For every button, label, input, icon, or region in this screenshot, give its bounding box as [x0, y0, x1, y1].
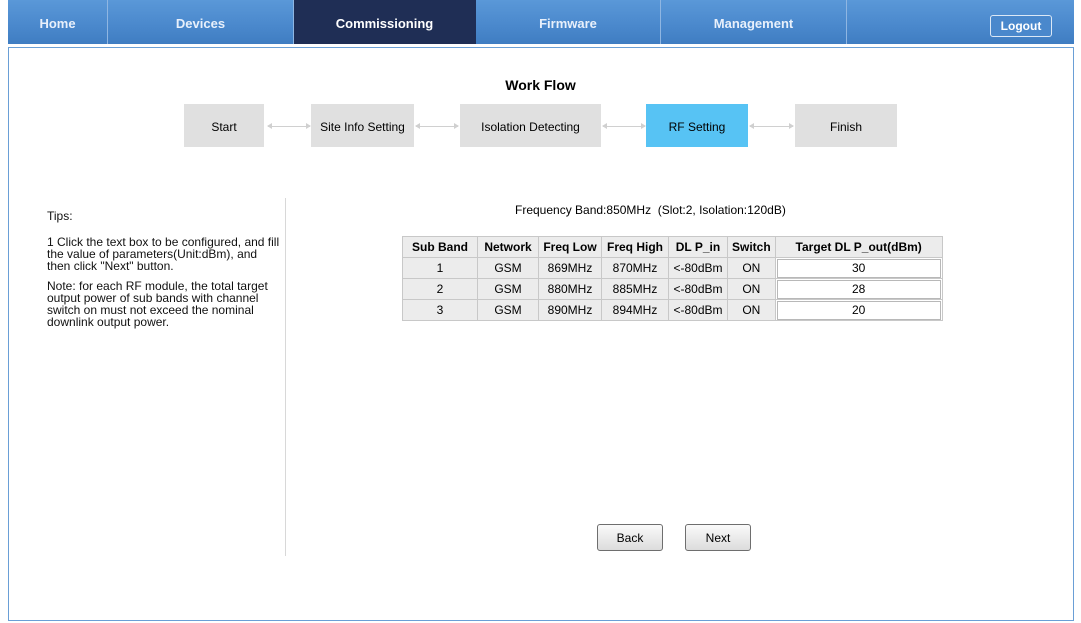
target-power-input-3[interactable]: [776, 300, 941, 320]
cell-dl-p-in: <-80dBm: [669, 279, 727, 299]
cell-switch: ON: [728, 258, 775, 278]
workflow-title: Work Flow: [505, 77, 576, 93]
cell-sub-band: 3: [403, 300, 477, 320]
target-power-input-1[interactable]: [776, 258, 941, 278]
workflow-step-start: Start: [184, 104, 264, 147]
nav-home[interactable]: Home: [8, 0, 108, 44]
panel-divider: [285, 198, 286, 556]
cell-freq-low: 880MHz: [539, 279, 601, 299]
nav-strip: Home Devices Commissioning Firmware Mana…: [8, 0, 1074, 44]
cell-target: [775, 300, 942, 320]
back-button[interactable]: Back: [597, 524, 663, 551]
top-navigation: Home Devices Commissioning Firmware Mana…: [0, 0, 1081, 47]
header-freq-high: Freq High: [602, 237, 668, 257]
workflow-connector: [415, 123, 459, 129]
nav-management[interactable]: Management: [661, 0, 847, 44]
workflow-step-finish: Finish: [795, 104, 897, 147]
cell-target: [775, 258, 942, 278]
workflow-connector: [602, 123, 646, 129]
cell-sub-band: 2: [403, 279, 477, 299]
workflow-step-isolation: Isolation Detecting: [460, 104, 601, 147]
workflow-step-site-info: Site Info Setting: [311, 104, 414, 147]
header-sub-band: Sub Band: [403, 237, 477, 257]
frequency-band-info: Frequency Band:850MHz (Slot:2, Isolation…: [515, 203, 786, 217]
table-header-row: Sub Band Network Freq Low Freq High DL P…: [403, 237, 942, 257]
cell-freq-high: 894MHz: [602, 300, 668, 320]
cell-freq-low: 869MHz: [539, 258, 601, 278]
header-network: Network: [478, 237, 538, 257]
tips-note: Note: for each RF module, the total targ…: [47, 279, 268, 329]
cell-network: GSM: [478, 258, 538, 278]
next-button[interactable]: Next: [685, 524, 751, 551]
nav-firmware[interactable]: Firmware: [476, 0, 661, 44]
table-row: 3 GSM 890MHz 894MHz <-80dBm ON: [403, 300, 942, 320]
rf-setting-table: Sub Band Network Freq Low Freq High DL P…: [402, 236, 943, 321]
header-freq-low: Freq Low: [539, 237, 601, 257]
cell-network: GSM: [478, 300, 538, 320]
logout-button[interactable]: Logout: [990, 15, 1052, 37]
workflow-step-rf-setting: RF Setting: [646, 104, 748, 147]
workflow-connector: [749, 123, 794, 129]
table-row: 2 GSM 880MHz 885MHz <-80dBm ON: [403, 279, 942, 299]
cell-dl-p-in: <-80dBm: [669, 300, 727, 320]
cell-freq-high: 870MHz: [602, 258, 668, 278]
header-dl-p-in: DL P_in: [669, 237, 727, 257]
tips-panel: Tips: 1 Click the text box to be configu…: [47, 210, 282, 336]
cell-freq-low: 890MHz: [539, 300, 601, 320]
nav-separator: [847, 0, 849, 44]
header-target-dl-p-out: Target DL P_out(dBm): [775, 237, 942, 257]
cell-target: [775, 279, 942, 299]
cell-sub-band: 1: [403, 258, 477, 278]
table-row: 1 GSM 869MHz 870MHz <-80dBm ON: [403, 258, 942, 278]
header-switch: Switch: [728, 237, 775, 257]
cell-freq-high: 885MHz: [602, 279, 668, 299]
target-power-input-2[interactable]: [776, 279, 941, 299]
nav-devices[interactable]: Devices: [108, 0, 294, 44]
cell-dl-p-in: <-80dBm: [669, 258, 727, 278]
cell-switch: ON: [728, 300, 775, 320]
tips-instruction: 1 Click the text box to be configured, a…: [47, 235, 280, 273]
nav-commissioning[interactable]: Commissioning: [294, 0, 476, 44]
tips-title: Tips:: [47, 209, 73, 223]
cell-network: GSM: [478, 279, 538, 299]
workflow-connector: [267, 123, 311, 129]
cell-switch: ON: [728, 279, 775, 299]
